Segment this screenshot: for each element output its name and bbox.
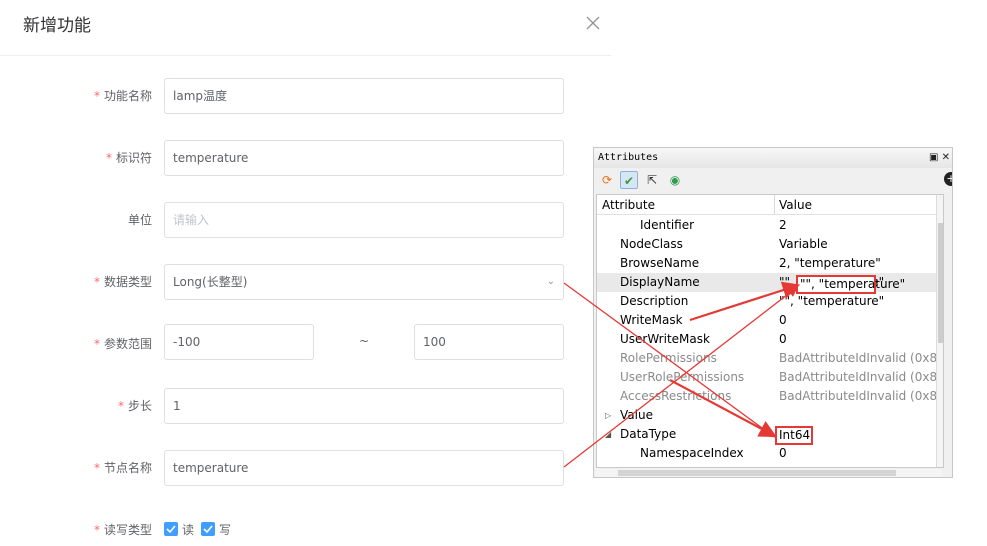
attribute-value: Variable [779,237,828,251]
data-type-label-text: 数据类型 [103,275,152,289]
attributes-grid: Attribute Value Identifier 2 NodeClass Vari… [596,194,944,468]
attribute-name: BrowseName [620,256,700,270]
attribute-row[interactable]: UserWriteMask 0 [597,330,943,349]
panel-window-controls[interactable]: ▣ ✕ [929,148,950,168]
refresh-icon[interactable]: ⟳ [598,171,616,189]
attribute-name: AccessRestrictions [620,389,732,403]
step-label: * 步长 [0,399,152,413]
attribute-value: 2 [779,218,787,232]
attributes-panel-title: Attributes [594,148,952,168]
attribute-row[interactable]: NodeClass Variable [597,235,943,254]
attribute-column-header[interactable]: Attribute [602,195,655,215]
vertical-scroll-thumb[interactable] [938,223,943,343]
data-type-value: Long(长整型) [173,275,248,289]
checkmark-icon[interactable]: ✔ [620,171,638,189]
attributes-grid-header: Attribute Value [597,195,943,215]
dialog-title: 新增功能 [23,16,91,36]
attribute-name: DisplayName [620,275,700,289]
column-divider[interactable] [774,195,775,215]
write-checkbox[interactable] [201,522,215,536]
required-mark: * [93,461,100,475]
identifier-input[interactable]: temperature [164,140,564,176]
attribute-name: RolePermissions [620,351,717,365]
step-label-text: 步长 [127,399,152,413]
attribute-value: 0 [779,313,787,327]
attribute-name: Description [620,294,689,308]
attribute-row[interactable]: ▷ Value [597,406,943,425]
chevron-down-icon: ⌄ [546,276,555,287]
attribute-name: NodeClass [620,237,683,251]
data-type-label: * 数据类型 [0,275,152,289]
unit-label: 单位 [127,213,152,227]
attribute-row[interactable]: NamespaceIndex 0 [597,444,943,463]
range-max-input[interactable]: 100 [414,324,564,360]
attribute-value: 2, "temperature" [779,256,881,270]
attribute-value: 0 [779,332,787,346]
display-name-callout: "", "temperature" [796,275,905,294]
attribute-row[interactable]: AccessRestrictions BadAttributeIdInvalid … [597,387,943,406]
required-mark: * [105,151,112,165]
data-type-callout: Int64 [775,426,813,445]
node-name-input[interactable]: temperature [164,450,564,486]
attribute-value: BadAttributeIdInvalid (0x8035 [779,389,944,403]
collapse-icon[interactable]: ◢ [605,425,611,444]
step-input[interactable]: 1 [164,388,564,424]
vertical-scrollbar[interactable] [936,195,943,467]
dialog-header: 新增功能 [0,0,611,56]
attribute-row[interactable]: BrowseName 2, "temperature" [597,254,943,273]
attribute-row[interactable]: ◢ DataType Int64 [597,425,943,444]
unit-input[interactable]: 请输入 [164,202,564,238]
attribute-name: DataType [620,427,677,441]
attribute-value: BadAttributeIdInvalid (0x8035 [779,351,944,365]
add-icon[interactable]: + [944,172,952,186]
attribute-name: UserWriteMask [620,332,710,346]
attribute-row[interactable]: UserRolePermissions BadAttributeIdInvalid… [597,368,943,387]
value-column-header[interactable]: Value [779,195,812,215]
target-icon[interactable]: ◉ [666,171,684,189]
node-name-label: * 节点名称 [0,461,152,475]
range-label-text: 参数范围 [103,337,152,351]
horizontal-scroll-thumb[interactable] [618,470,896,476]
expand-icon[interactable]: ▷ [605,406,611,425]
read-checkbox[interactable] [164,522,178,536]
required-mark: * [93,523,100,537]
range-separator: ~ [359,334,370,348]
range-min-input[interactable]: -100 [164,324,314,360]
identifier-label: * 标识符 [0,151,152,165]
data-type-select[interactable]: Long(长整型) ⌄ [164,264,564,300]
close-icon[interactable] [585,15,601,31]
rw-type-label: * 读写类型 [0,523,152,537]
attribute-row[interactable]: Description "", "temperature" [597,292,943,311]
name-label: * 功能名称 [0,89,152,103]
write-checkbox-label[interactable]: 写 [219,521,231,538]
node-name-label-text: 节点名称 [103,461,152,475]
attribute-row[interactable]: WriteMask 0 [597,311,943,330]
cursor-select-icon[interactable]: ⇱ [643,171,661,189]
attribute-value: 0 [779,446,787,460]
name-label-text: 功能名称 [103,89,152,103]
attribute-name: Value [620,408,653,422]
identifier-label-text: 标识符 [115,151,152,165]
attributes-toolbar: ⟳ ✔ ⇱ ◉ + [594,169,952,191]
required-mark: * [93,89,100,103]
read-checkbox-label[interactable]: 读 [182,521,194,538]
attribute-name: NamespaceIndex [640,446,744,460]
attributes-panel: Attributes ▣ ✕ ⟳ ✔ ⇱ ◉ + Attribute Value… [593,147,953,478]
rw-type-label-text: 读写类型 [103,523,152,537]
name-input[interactable]: lamp温度 [164,78,564,114]
required-mark: * [117,399,124,413]
required-mark: * [93,337,100,351]
required-mark: * [93,275,100,289]
horizontal-scrollbar[interactable] [596,469,942,477]
range-label: * 参数范围 [0,337,152,351]
attribute-name: Identifier [640,218,695,232]
attribute-value: "", "temperature" [779,294,885,308]
attribute-row[interactable]: Identifier 2 [597,216,943,235]
attribute-row[interactable]: RolePermissions BadAttributeIdInvalid (0x… [597,349,943,368]
attribute-name: UserRolePermissions [620,370,745,384]
attribute-name: WriteMask [620,313,683,327]
attribute-value: BadAttributeIdInvalid (0x8035 [779,370,944,384]
